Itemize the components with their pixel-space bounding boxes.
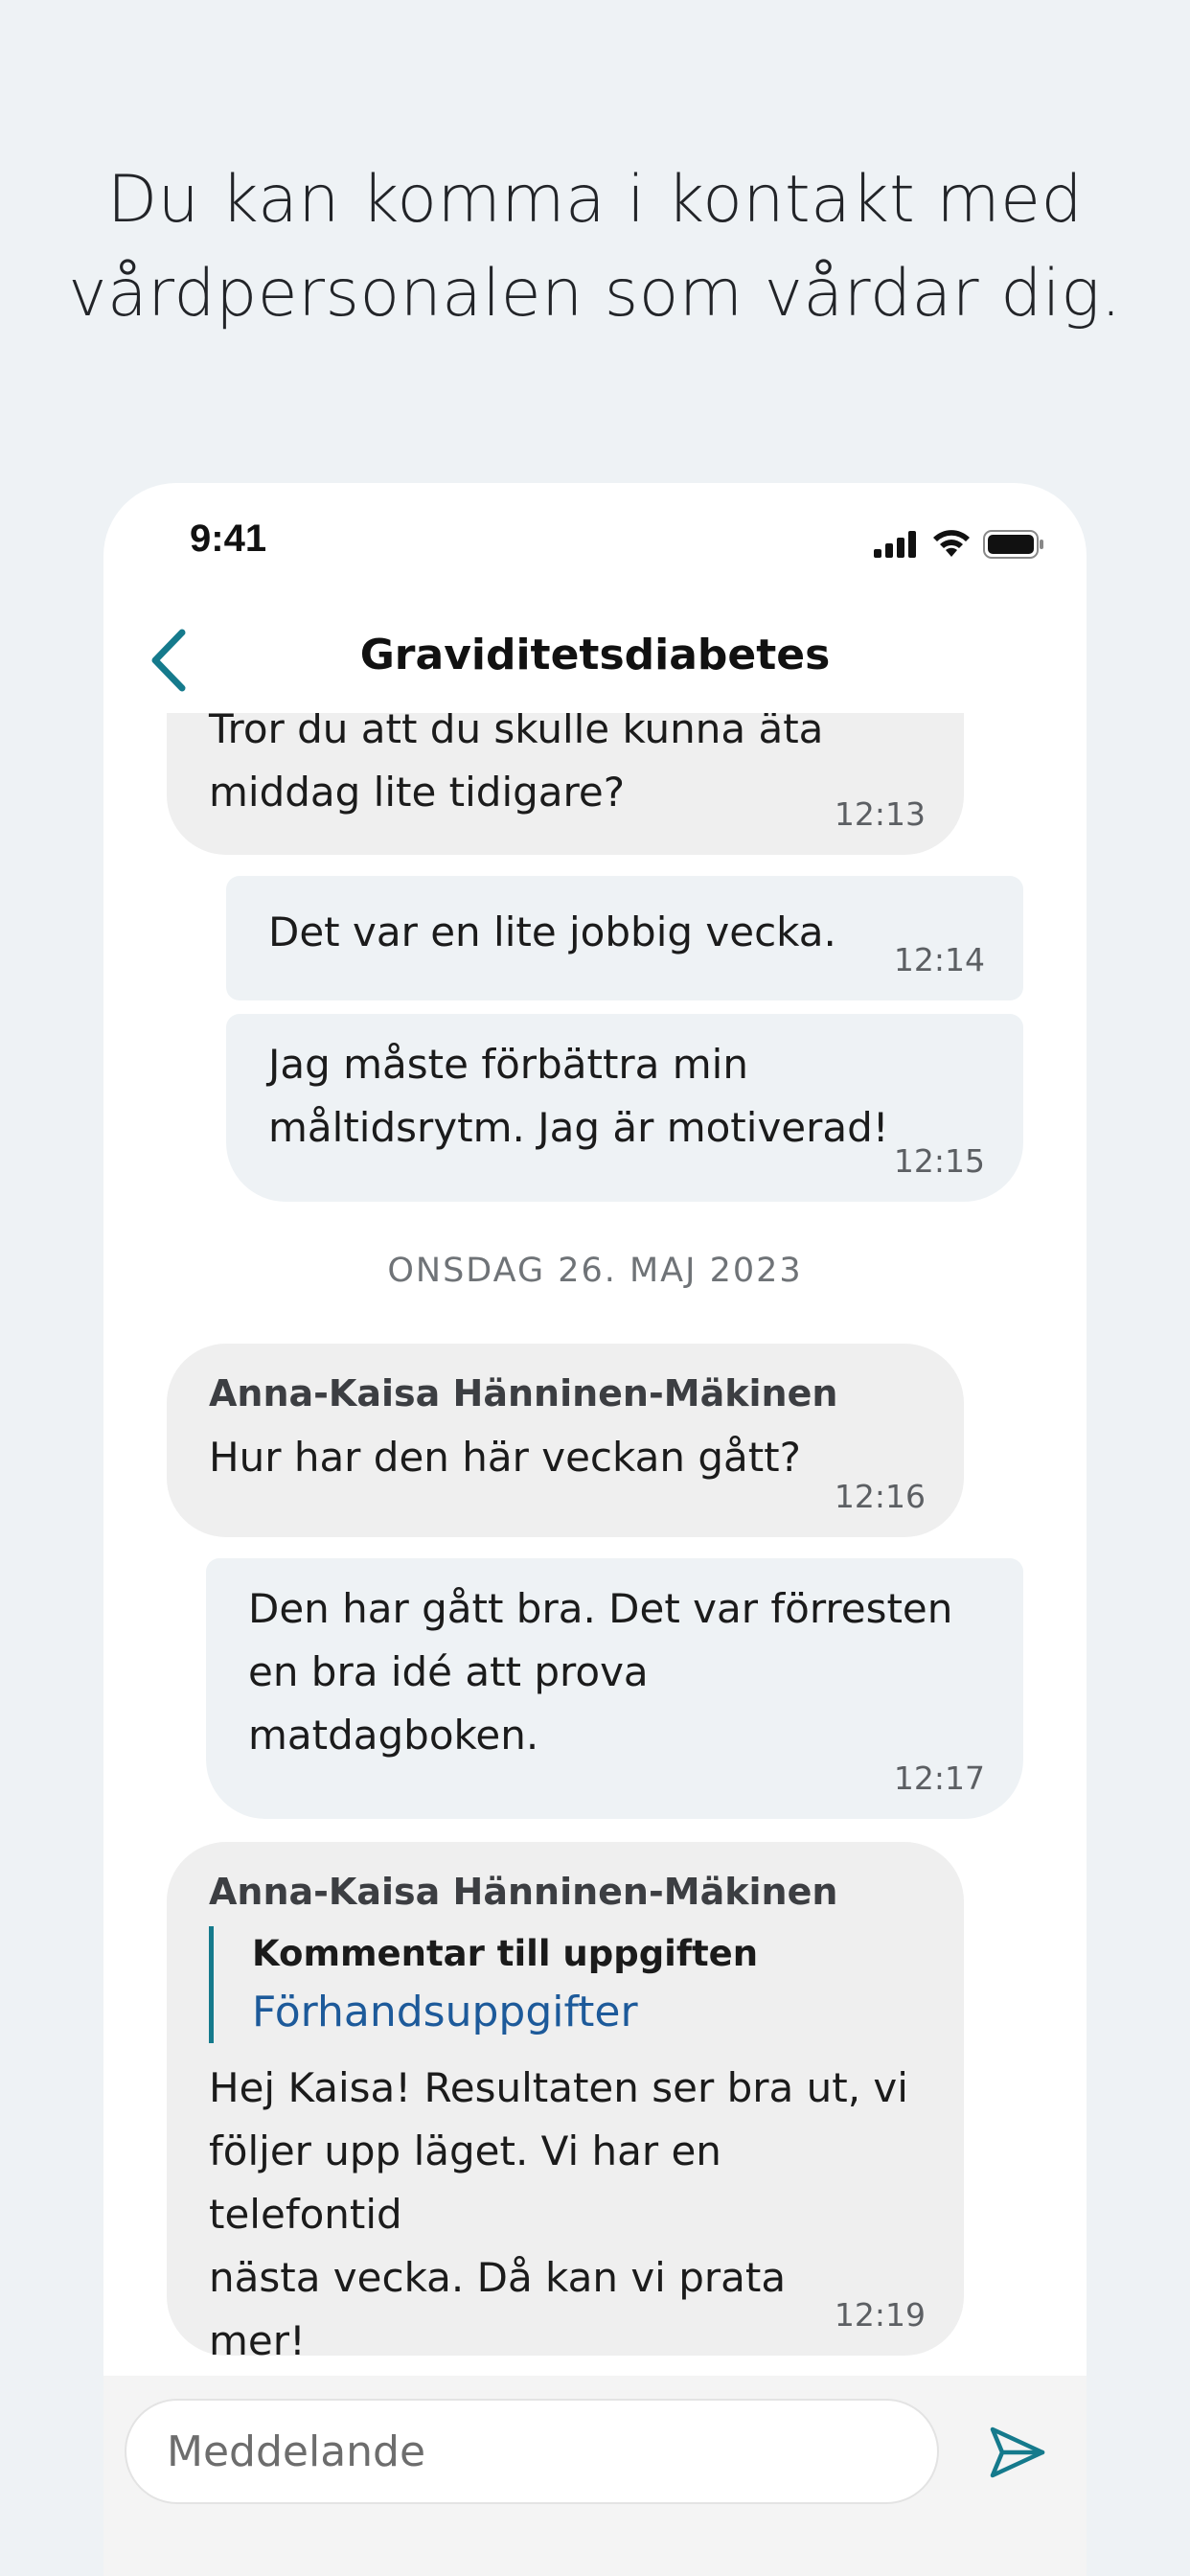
- message-text: middag lite tidigare?: [209, 769, 625, 816]
- message-text: Det var en lite jobbig vecka.: [268, 908, 836, 955]
- task-quote: Kommentar till uppgiften Förhandsuppgift…: [209, 1926, 922, 2043]
- message-outgoing: Det var en lite jobbig vecka. 12:14: [226, 876, 1023, 1000]
- nav-bar: Graviditetsdiabetes: [103, 608, 1087, 713]
- message-text: Tror du att du skulle kunna äta: [209, 713, 824, 752]
- message-sender: Anna-Kaisa Hänninen-Mäkinen: [209, 1871, 838, 1913]
- message-incoming: Anna-Kaisa Hänninen-Mäkinen Kommentar ti…: [167, 1842, 964, 2364]
- message-text: måltidsrytm. Jag är motiverad!: [268, 1104, 889, 1151]
- message-time: 12:16: [834, 1478, 926, 1515]
- message-time: 12:13: [834, 795, 926, 833]
- message-composer: [103, 2376, 1087, 2576]
- message-time: 12:14: [893, 941, 985, 978]
- send-icon[interactable]: [987, 2422, 1048, 2483]
- conversation-title: Graviditetsdiabetes: [359, 631, 831, 679]
- phone-screen: 9:41 Graviditetsdiabetes Tror du att du …: [103, 483, 1087, 2576]
- message-text: matdagboken.: [248, 1712, 539, 1759]
- message-incoming: Tror du att du skulle kunna äta middag l…: [167, 713, 964, 855]
- message-input[interactable]: [125, 2399, 939, 2504]
- message-incoming: Anna-Kaisa Hänninen-Mäkinen Hur har den …: [167, 1344, 964, 1537]
- quote-title: Kommentar till uppgiften: [252, 1933, 759, 1974]
- headline-line-2: vårdpersonalen som vårdar dig.: [68, 256, 1122, 332]
- message-sender: Anna-Kaisa Hänninen-Mäkinen: [209, 1372, 838, 1414]
- battery-icon: [983, 530, 1043, 559]
- message-outgoing: Den har gått bra. Det var förresten en b…: [206, 1558, 1023, 1819]
- message-text: Hur har den här veckan gått?: [209, 1434, 801, 1481]
- message-text: Den har gått bra. Det var förresten: [248, 1585, 953, 1632]
- headline: Du kan komma i kontakt med vårdpersonale…: [0, 153, 1190, 341]
- message-time: 12:15: [893, 1142, 985, 1180]
- message-text: Jag måste förbättra min: [268, 1041, 748, 1088]
- message-time: 12:17: [893, 1760, 985, 1797]
- message-list[interactable]: Tror du att du skulle kunna äta middag l…: [103, 713, 1087, 2376]
- message-text: Hej Kaisa! Resultaten ser bra ut, vi: [209, 2064, 908, 2111]
- task-link[interactable]: Förhandsuppgifter: [252, 1982, 922, 2043]
- status-time: 9:41: [190, 518, 267, 560]
- message-text: följer upp läget. Vi har en telefontid: [209, 2128, 721, 2238]
- wifi-icon: [933, 530, 970, 557]
- date-separator: ONSDAG 26. MAJ 2023: [387, 1252, 803, 1290]
- message-text: mer!: [209, 2317, 306, 2364]
- headline-line-1: Du kan komma i kontakt med: [106, 162, 1084, 238]
- signal-icon: [874, 531, 916, 558]
- message-time: 12:19: [834, 2296, 926, 2334]
- message-text: nästa vecka. Då kan vi prata: [209, 2254, 787, 2301]
- status-icons: [874, 525, 1044, 564]
- status-bar: 9:41: [103, 483, 1087, 598]
- message-outgoing: Jag måste förbättra min måltidsrytm. Jag…: [226, 1014, 1023, 1202]
- message-text: en bra idé att prova: [248, 1648, 649, 1695]
